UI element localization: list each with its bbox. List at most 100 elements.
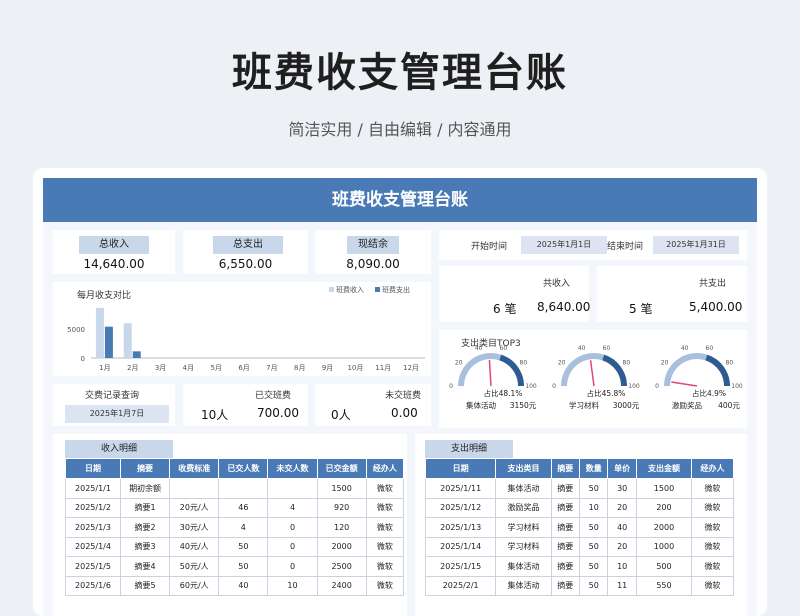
column-header[interactable]: 已交金额 [316,458,367,479]
table-cell[interactable]: 集体活动 [495,478,552,499]
table-cell[interactable]: 2025/1/11 [424,478,497,499]
table-cell[interactable]: 40 [607,517,637,538]
table-cell[interactable]: 10 [267,575,318,596]
table-cell[interactable]: 20 [607,497,637,518]
table-cell[interactable]: 微软 [691,536,734,557]
table-cell[interactable]: 30元/人 [169,517,220,538]
table-cell[interactable]: 4 [218,517,269,538]
table-cell[interactable]: 摘要5 [119,575,171,596]
table-cell[interactable]: 微软 [691,497,734,518]
table-cell[interactable]: 2025/1/2 [65,497,121,518]
table-cell[interactable]: 50 [578,575,609,596]
column-header[interactable]: 未交人数 [267,458,318,479]
table-cell[interactable]: 微软 [365,497,405,518]
table-cell[interactable]: 摘要3 [119,536,171,557]
income-tab[interactable]: 收入明细 [65,440,173,458]
table-cell[interactable]: 40 [218,575,269,596]
table-cell[interactable]: 微软 [365,536,405,557]
table-cell[interactable]: 2025/2/1 [424,575,497,596]
table-cell[interactable]: 微软 [691,478,734,499]
table-cell[interactable]: 50 [218,556,269,577]
table-cell[interactable]: 微软 [691,556,734,577]
table-cell[interactable]: 60元/人 [169,575,220,596]
table-cell[interactable]: 0 [267,556,318,577]
table-cell[interactable]: 摘要 [550,497,581,518]
table-cell[interactable]: 200 [635,497,693,518]
start-date-field[interactable]: 2025年1月1日 [521,236,607,254]
table-cell[interactable]: 2025/1/3 [65,517,121,538]
table-cell[interactable]: 摘要1 [119,497,171,518]
table-cell[interactable]: 2025/1/4 [65,536,121,557]
table-cell[interactable]: 期初余额 [119,478,171,499]
table-cell[interactable]: 摘要 [550,478,581,499]
table-cell[interactable] [267,478,318,499]
column-header[interactable]: 经办人 [691,458,734,479]
table-cell[interactable]: 2025/1/6 [65,575,121,596]
column-header[interactable]: 摘要 [550,458,581,479]
column-header[interactable]: 经办人 [365,458,405,479]
table-cell[interactable]: 微软 [691,575,734,596]
column-header[interactable]: 日期 [424,458,497,479]
table-cell[interactable]: 11 [607,575,637,596]
table-cell[interactable] [218,478,269,499]
table-cell[interactable]: 50 [578,556,609,577]
table-cell[interactable]: 学习材料 [495,536,552,557]
table-cell[interactable]: 50 [218,536,269,557]
table-cell[interactable]: 10 [607,556,637,577]
table-cell[interactable]: 50 [578,478,609,499]
end-date-field[interactable]: 2025年1月31日 [653,236,739,254]
table-cell[interactable]: 0 [267,517,318,538]
table-cell[interactable]: 920 [316,497,367,518]
column-header[interactable]: 支出金额 [635,458,693,479]
column-header[interactable]: 数量 [578,458,609,479]
table-cell[interactable]: 学习材料 [495,517,552,538]
table-cell[interactable]: 摘要 [550,556,581,577]
table-cell[interactable]: 微软 [365,575,405,596]
table-cell[interactable]: 0 [267,536,318,557]
query-date-field[interactable]: 2025年1月7日 [65,405,169,423]
table-cell[interactable]: 2025/1/12 [424,497,497,518]
table-cell[interactable]: 2025/1/1 [65,478,121,499]
table-cell[interactable]: 摘要 [550,575,581,596]
column-header[interactable]: 收费标准 [169,458,220,479]
table-cell[interactable]: 50 [578,517,609,538]
table-cell[interactable]: 20 [607,536,637,557]
table-cell[interactable] [169,478,220,499]
table-cell[interactable]: 摘要 [550,536,581,557]
table-cell[interactable]: 40元/人 [169,536,220,557]
table-cell[interactable]: 30 [607,478,637,499]
column-header[interactable]: 已交人数 [218,458,269,479]
table-cell[interactable]: 2000 [316,536,367,557]
table-cell[interactable]: 120 [316,517,367,538]
table-cell[interactable]: 20元/人 [169,497,220,518]
table-cell[interactable]: 微软 [691,517,734,538]
table-cell[interactable]: 500 [635,556,693,577]
table-cell[interactable]: 2025/1/13 [424,517,497,538]
table-cell[interactable]: 46 [218,497,269,518]
expense-tab[interactable]: 支出明细 [425,440,513,458]
table-cell[interactable]: 50 [578,536,609,557]
table-cell[interactable]: 550 [635,575,693,596]
table-cell[interactable]: 2025/1/5 [65,556,121,577]
table-cell[interactable]: 摘要 [550,517,581,538]
table-cell[interactable]: 集体活动 [495,556,552,577]
table-cell[interactable]: 激励奖品 [495,497,552,518]
table-cell[interactable]: 1500 [635,478,693,499]
table-cell[interactable]: 10 [578,497,609,518]
table-cell[interactable]: 微软 [365,478,405,499]
table-cell[interactable]: 2500 [316,556,367,577]
table-cell[interactable]: 微软 [365,556,405,577]
table-cell[interactable]: 4 [267,497,318,518]
table-cell[interactable]: 2000 [635,517,693,538]
table-cell[interactable]: 1500 [316,478,367,499]
table-cell[interactable]: 2400 [316,575,367,596]
table-cell[interactable]: 摘要2 [119,517,171,538]
column-header[interactable]: 支出类目 [495,458,552,479]
table-cell[interactable]: 摘要4 [119,556,171,577]
table-cell[interactable]: 2025/1/14 [424,536,497,557]
table-cell[interactable]: 微软 [365,517,405,538]
table-cell[interactable]: 50元/人 [169,556,220,577]
table-cell[interactable]: 集体活动 [495,575,552,596]
column-header[interactable]: 摘要 [119,458,171,479]
column-header[interactable]: 日期 [65,458,121,479]
